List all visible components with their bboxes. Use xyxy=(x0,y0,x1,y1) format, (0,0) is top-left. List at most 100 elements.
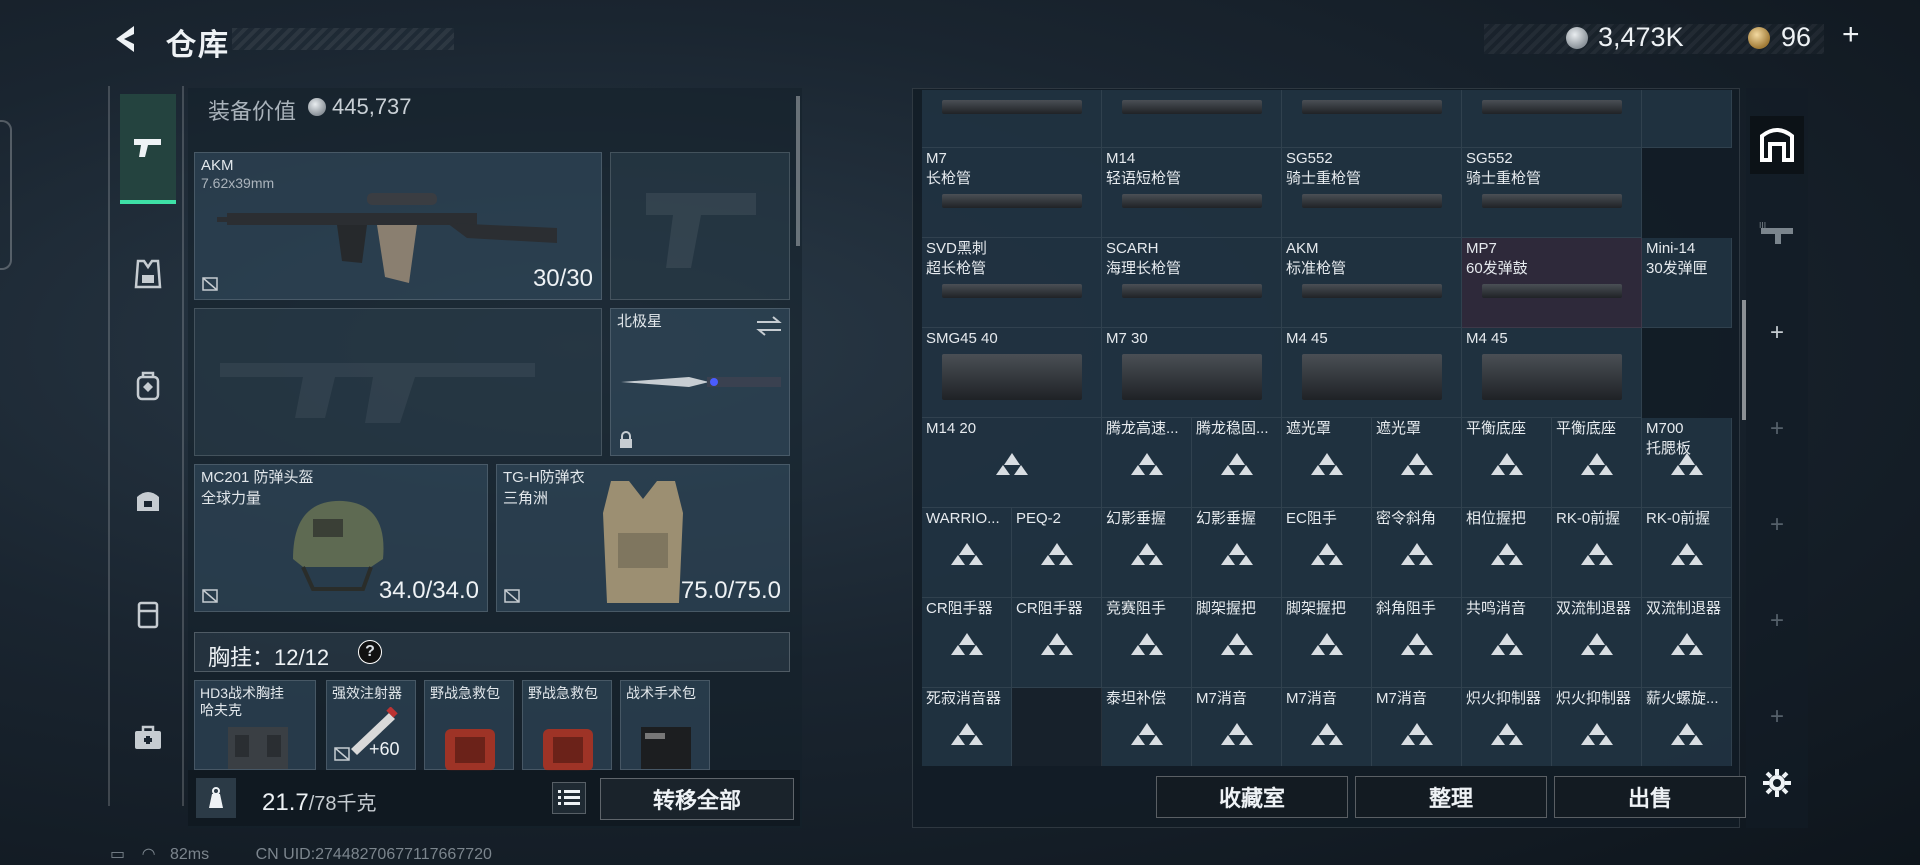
stash-item[interactable]: 死寂消音器 xyxy=(922,688,1012,766)
add-tab-button[interactable]: + xyxy=(1752,500,1802,550)
sidearm-slot[interactable] xyxy=(610,152,790,300)
stash-item[interactable]: SG552 骑士重枪管 xyxy=(1462,148,1642,238)
nav-bag[interactable] xyxy=(120,472,176,528)
stash-item[interactable]: M14 轻语短枪管 xyxy=(1102,148,1282,238)
swap-icon[interactable] xyxy=(755,315,783,337)
stash-item[interactable]: 平衡底座 xyxy=(1462,418,1552,508)
attachment-icon xyxy=(950,543,983,566)
stash-item[interactable]: SCARH 海理长枪管 xyxy=(1102,238,1282,328)
add-tab-button[interactable]: + xyxy=(1752,692,1802,742)
stash-item[interactable]: 竞赛阻手 xyxy=(1102,598,1192,688)
pocket-item[interactable]: 野战急救包 xyxy=(522,680,612,771)
secondary-weapon-slot[interactable] xyxy=(194,308,602,456)
attachment-icon xyxy=(950,723,983,746)
transfer-all-button[interactable]: 转移全部 xyxy=(600,778,794,820)
stash-tab-main[interactable] xyxy=(1750,116,1804,174)
pocket-item[interactable]: 战术手术包 xyxy=(620,680,710,770)
stash-item[interactable]: Mini-14 30发弹匣 xyxy=(1642,238,1732,328)
stash-item[interactable]: M7消音 xyxy=(1372,688,1462,766)
stash-item[interactable]: 斜角阻手 xyxy=(1372,598,1462,688)
stash-item[interactable]: M14 20 xyxy=(922,418,1102,508)
stash-item[interactable]: 炽火抑制器 xyxy=(1552,688,1642,766)
stash-item[interactable]: CR阻手器 xyxy=(1012,598,1102,688)
sort-button[interactable]: 整理 xyxy=(1355,776,1547,818)
stash-item[interactable]: 密令斜角 xyxy=(1372,508,1462,598)
item-name: 腾龙稳固... xyxy=(1196,420,1269,437)
pocket-item[interactable]: 强效注射器 +60 xyxy=(326,680,416,770)
stash-item[interactable]: 共鸣消音 xyxy=(1462,598,1552,688)
sell-button[interactable]: 出售 xyxy=(1554,776,1746,818)
stash-item[interactable]: 幻影垂握 xyxy=(1102,508,1192,598)
stash-item[interactable]: 泰坦补偿 xyxy=(1102,688,1192,766)
stash-item[interactable]: 腾龙高速... xyxy=(1102,418,1192,508)
edge-handle[interactable] xyxy=(0,120,12,270)
list-view-button[interactable] xyxy=(552,782,586,814)
collection-button[interactable]: 收藏室 xyxy=(1156,776,1348,818)
stash-item[interactable]: 遮光罩 xyxy=(1282,418,1372,508)
stash-item[interactable]: 双流制退器 xyxy=(1552,598,1642,688)
stash-item[interactable]: 炽火抑制器 xyxy=(1462,688,1552,766)
nav-armor[interactable] xyxy=(120,246,176,302)
settings-button[interactable] xyxy=(1752,758,1802,808)
add-currency-button[interactable]: + xyxy=(1842,18,1860,52)
nav-medical[interactable] xyxy=(120,710,176,766)
item-name: 遮光罩 xyxy=(1286,420,1332,437)
stash-item[interactable]: RK-0前握 xyxy=(1552,508,1642,598)
melee-slot[interactable]: 北极星 xyxy=(610,308,790,456)
stash-item[interactable]: M4 45 xyxy=(1282,328,1462,418)
stash-item[interactable]: 遮光罩 xyxy=(1372,418,1462,508)
stash-item[interactable]: SG552 骑士重枪管 xyxy=(1282,148,1462,238)
item-name: 炽火抑制器 xyxy=(1556,690,1632,707)
helmet-name: MC201 防弹头盔 xyxy=(201,469,314,486)
attachment-icon xyxy=(1400,723,1433,746)
stash-item[interactable]: M7消音 xyxy=(1192,688,1282,766)
help-icon[interactable]: ? xyxy=(358,640,382,664)
stash-item[interactable] xyxy=(1642,90,1732,148)
armor-slot[interactable]: TG-H防弹衣 三角洲 75.0/75.0 xyxy=(496,464,790,612)
stash-item[interactable]: 脚架握把 xyxy=(1192,598,1282,688)
pocket-item[interactable]: 野战急救包 xyxy=(424,680,514,771)
weight-max: /78千克 xyxy=(308,793,377,815)
item-subtitle: 超长枪管 xyxy=(926,260,987,277)
primary-weapon-slot[interactable]: AKM 7.62x39mm 30/30 xyxy=(194,152,602,300)
stash-item[interactable]: EC阻手 xyxy=(1282,508,1372,598)
stash-item[interactable]: PEQ-2 xyxy=(1012,508,1102,598)
loadout-scrollbar[interactable] xyxy=(796,96,800,246)
add-tab-button[interactable]: + xyxy=(1752,404,1802,454)
stash-item[interactable]: M4 45 xyxy=(1462,328,1642,418)
stash-item[interactable] xyxy=(1462,90,1642,148)
stash-item[interactable]: M7 长枪管 xyxy=(922,148,1102,238)
stash-item[interactable]: 双流制退器 xyxy=(1642,598,1732,688)
stash-item[interactable]: SVD黑刺 超长枪管 xyxy=(922,238,1102,328)
stash-item[interactable]: 平衡底座 xyxy=(1552,418,1642,508)
stash-item[interactable]: RK-0前握 xyxy=(1642,508,1732,598)
stash-item[interactable]: WARRIO... xyxy=(922,508,1012,598)
stash-item[interactable]: 脚架握把 xyxy=(1282,598,1372,688)
stash-item[interactable]: CR阻手器 xyxy=(922,598,1012,688)
stash-item[interactable] xyxy=(1102,90,1282,148)
stash-tab-weapons[interactable]: III xyxy=(1752,210,1802,260)
rig-icon xyxy=(228,727,288,769)
nav-backpack[interactable] xyxy=(120,358,176,414)
nav-weapons[interactable] xyxy=(120,94,176,204)
helmet-slot[interactable]: MC201 防弹头盔 全球力量 34.0/34.0 xyxy=(194,464,488,612)
stash-item[interactable] xyxy=(1012,688,1102,766)
back-button[interactable] xyxy=(108,20,146,58)
stash-item[interactable]: 相位握把 xyxy=(1462,508,1552,598)
stash-item[interactable] xyxy=(1282,90,1462,148)
stash-item[interactable]: AKM 标准枪管 xyxy=(1282,238,1462,328)
stash-item[interactable]: 幻影垂握 xyxy=(1192,508,1282,598)
stash-item[interactable]: M700 托腮板 xyxy=(1642,418,1732,508)
stash-item[interactable]: M7 30 xyxy=(1102,328,1282,418)
stash-item[interactable]: SMG45 40 xyxy=(922,328,1102,418)
stash-item[interactable]: 腾龙稳固... xyxy=(1192,418,1282,508)
stash-item[interactable]: MP7 60发弹鼓 xyxy=(1462,238,1642,328)
nav-container[interactable] xyxy=(120,586,176,642)
add-tab-button[interactable]: + xyxy=(1752,596,1802,646)
no-insure-icon xyxy=(202,589,218,603)
stash-item[interactable]: M7消音 xyxy=(1282,688,1372,766)
stash-item[interactable] xyxy=(922,90,1102,148)
chest-rig-item[interactable]: HD3战术胸挂 哈夫克 xyxy=(194,680,316,770)
stash-item[interactable]: 薪火螺旋... xyxy=(1642,688,1732,766)
add-tab-button[interactable]: + xyxy=(1752,308,1802,358)
